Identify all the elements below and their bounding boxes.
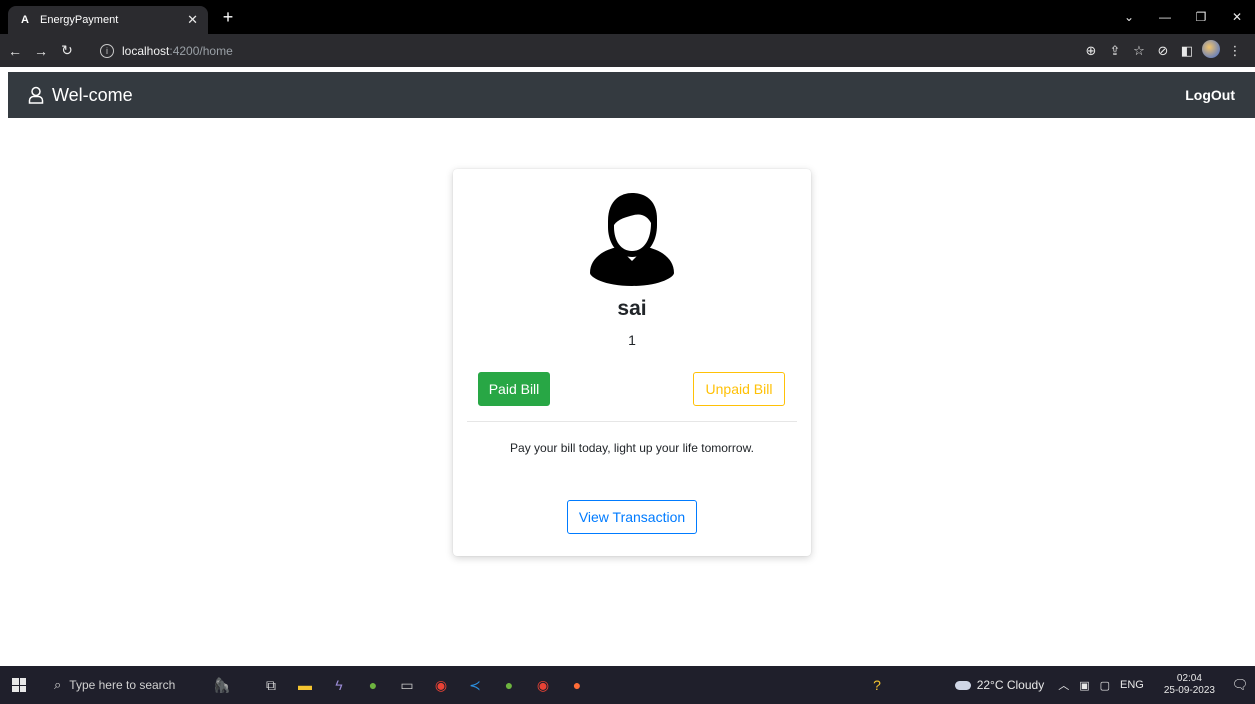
- profile-name: sai: [617, 297, 647, 320]
- tray-chevron-icon[interactable]: ︿: [1058, 677, 1069, 693]
- bolt-app-icon[interactable]: ϟ: [324, 670, 354, 700]
- chrome-profile-icon[interactable]: ◉: [528, 670, 558, 700]
- language-indicator[interactable]: ENG: [1120, 679, 1144, 691]
- menu-kebab-icon[interactable]: ⋮: [1223, 43, 1247, 59]
- chrome-icon[interactable]: ◉: [426, 670, 456, 700]
- minimize-icon[interactable]: —: [1147, 10, 1183, 24]
- unpaid-bill-button[interactable]: Unpaid Bill: [693, 372, 785, 406]
- browser-tab[interactable]: A EnergyPayment ✕: [8, 6, 208, 34]
- file-explorer-icon[interactable]: ▬: [290, 670, 320, 700]
- window-controls: ⌄ — ❐ ✕: [1111, 0, 1255, 34]
- tab-close-icon[interactable]: ✕: [187, 12, 198, 28]
- taskbar-search-placeholder: Type here to search: [69, 678, 176, 692]
- back-icon[interactable]: ←: [4, 43, 26, 59]
- vscode-icon[interactable]: ≺: [460, 670, 490, 700]
- logout-link[interactable]: LogOut: [1185, 87, 1235, 103]
- user-outline-icon: [28, 86, 44, 104]
- profile-avatar[interactable]: [1199, 40, 1223, 61]
- brand-text: Wel-come: [52, 84, 133, 105]
- paid-bill-button[interactable]: Paid Bill: [478, 372, 550, 406]
- help-icon[interactable]: ?: [862, 670, 892, 700]
- taskbar-search[interactable]: ⌕ Type here to search: [38, 666, 190, 704]
- extensions-icon[interactable]: ⊘: [1151, 43, 1175, 59]
- side-panel-icon[interactable]: ◧: [1175, 43, 1199, 59]
- system-tray: 22°C Cloudy ︿ ▣ ▢ ENG 02:04 25-09-2023 🗨: [954, 666, 1255, 704]
- browser-tab-strip: A EnergyPayment ✕ + ⌄ — ❐ ✕: [0, 0, 1255, 34]
- clock-time: 02:04: [1176, 673, 1202, 684]
- postman-icon[interactable]: ●: [562, 670, 592, 700]
- terminal-icon[interactable]: ▭: [392, 670, 422, 700]
- profile-card: sai 1 Paid Bill Unpaid Bill Pay your bil…: [453, 169, 811, 556]
- display-icon[interactable]: ▢: [1100, 679, 1110, 692]
- maximize-icon[interactable]: ❐: [1183, 10, 1219, 24]
- windows-taskbar: ⌕ Type here to search 🦍 ⧉ ▬ ϟ ● ▭ ◉ ≺ ● …: [0, 666, 1255, 704]
- url-path: :4200/home: [169, 43, 233, 58]
- angular-favicon-icon: A: [21, 14, 29, 26]
- cloud-icon: [954, 680, 971, 690]
- address-bar[interactable]: i localhost:4200/home: [96, 38, 1056, 63]
- navbar-brand[interactable]: Wel-come: [28, 85, 133, 106]
- gorilla-widget-icon[interactable]: 🦍: [192, 670, 252, 700]
- app-navbar: Wel-come LogOut: [8, 72, 1255, 118]
- share-icon[interactable]: ⇪: [1103, 43, 1127, 59]
- view-transaction-button[interactable]: View Transaction: [567, 500, 697, 534]
- tagline: Pay your bill today, light up your life …: [510, 441, 754, 455]
- weather-widget[interactable]: 22°C Cloudy: [954, 678, 1045, 692]
- task-view-icon[interactable]: ⧉: [256, 670, 286, 700]
- new-tab-icon[interactable]: +: [218, 6, 238, 28]
- card-divider: [467, 421, 797, 422]
- zoom-icon[interactable]: ⊕: [1079, 43, 1103, 59]
- windows-start-icon[interactable]: [0, 666, 38, 704]
- spring-tool-icon[interactable]: ●: [358, 670, 388, 700]
- spring-boot-icon[interactable]: ●: [494, 670, 524, 700]
- browser-toolbar: ← → ↻ i localhost:4200/home ⊕ ⇪ ☆ ⊘ ◧ ⋮: [0, 34, 1255, 67]
- close-window-icon[interactable]: ✕: [1219, 10, 1255, 24]
- notification-icon[interactable]: 🗨: [1225, 677, 1255, 693]
- taskbar-clock[interactable]: 02:04 25-09-2023: [1164, 673, 1215, 697]
- forward-icon[interactable]: →: [30, 43, 52, 59]
- user-avatar-icon: [590, 193, 674, 286]
- url-host: localhost: [122, 43, 170, 58]
- site-info-icon[interactable]: i: [100, 43, 114, 58]
- reload-icon[interactable]: ↻: [56, 42, 78, 59]
- weather-text: 22°C Cloudy: [976, 678, 1045, 692]
- bookmark-star-icon[interactable]: ☆: [1127, 43, 1151, 59]
- clock-date: 25-09-2023: [1163, 685, 1215, 696]
- network-icon[interactable]: ▣: [1079, 679, 1089, 692]
- profile-id: 1: [628, 332, 636, 348]
- tab-title: EnergyPayment: [40, 14, 119, 26]
- search-icon: ⌕: [54, 677, 62, 692]
- browser-actions: ⊕ ⇪ ☆ ⊘ ◧ ⋮: [1079, 34, 1247, 67]
- tab-search-icon[interactable]: ⌄: [1111, 10, 1147, 24]
